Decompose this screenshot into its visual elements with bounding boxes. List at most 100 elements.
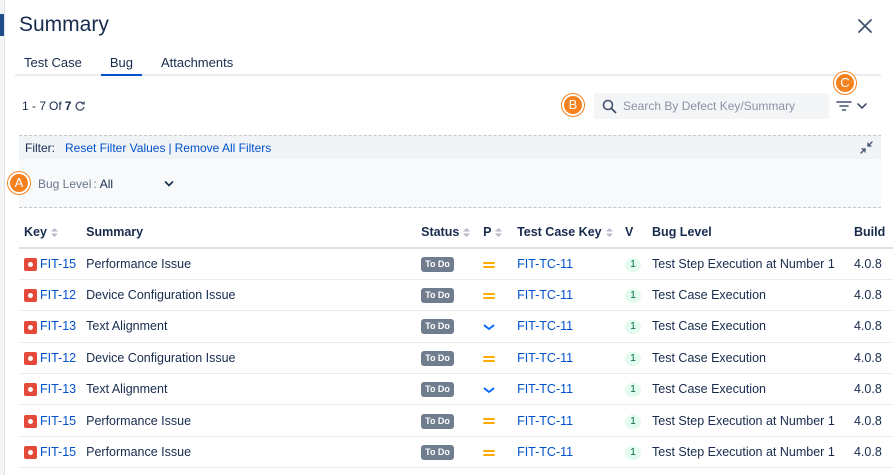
- status-badge: To Do: [421, 445, 454, 461]
- reset-filter-link[interactable]: Reset Filter Values: [65, 141, 165, 155]
- test-case-key-link[interactable]: FIT-TC-11: [517, 288, 573, 302]
- sort-icon: [605, 228, 613, 238]
- summary-cell: Device Configuration Issue: [81, 342, 417, 375]
- column-header-test-case-key[interactable]: Test Case Key: [512, 217, 621, 249]
- column-header-priority[interactable]: P: [478, 217, 513, 249]
- close-icon: [858, 19, 872, 33]
- version-cell: 1: [620, 373, 648, 406]
- filter-panel: Filter: Reset Filter Values | Remove All…: [19, 135, 881, 208]
- refresh-icon[interactable]: [74, 100, 86, 112]
- test-case-key-link[interactable]: FIT-TC-11: [517, 382, 573, 396]
- column-header-bug-level: Bug Level: [647, 217, 849, 249]
- status-cell: To Do: [416, 279, 479, 312]
- key-cell: FIT-13: [19, 310, 82, 343]
- sort-icon: [463, 228, 471, 238]
- tab-test-case[interactable]: Test Case: [15, 54, 91, 74]
- pagination-range: 1 - 7: [22, 99, 47, 113]
- search-input[interactable]: [623, 99, 828, 113]
- bug-level-filter[interactable]: Bug Level : All: [38, 177, 174, 191]
- priority-cell: [478, 310, 513, 343]
- filter-label: Filter:: [25, 140, 55, 155]
- collapse-icon[interactable]: [860, 141, 873, 154]
- bug-key-link[interactable]: FIT-13: [40, 382, 76, 396]
- table-row: FIT-13 Text Alignment To Do FIT-TC-11 1 Test …: [19, 373, 893, 406]
- bug-icon: [24, 414, 37, 428]
- build-cell: 4.0.8: [848, 404, 893, 437]
- pagination-count: 1 - 7 Of 7: [22, 99, 86, 113]
- status-cell: To Do: [416, 248, 479, 280]
- bug-level-cell: Test Step Execution at Number 1: [647, 436, 849, 469]
- chevron-down-icon[interactable]: [164, 179, 174, 189]
- filter-toggle-button[interactable]: [836, 97, 876, 115]
- column-header-key[interactable]: Key: [19, 217, 82, 249]
- priority-cell: [478, 436, 513, 469]
- test-case-key-cell: FIT-TC-11: [512, 248, 621, 280]
- filter-link-separator: |: [168, 140, 172, 155]
- status-badge: To Do: [421, 413, 454, 429]
- status-cell: To Do: [416, 342, 479, 375]
- sort-icon: [495, 228, 503, 238]
- status-badge: To Do: [421, 382, 454, 398]
- bug-level-value[interactable]: All: [100, 177, 164, 191]
- summary-cell: Performance Issue: [81, 436, 417, 469]
- build-cell: 4.0.8: [848, 342, 893, 375]
- bug-key-link[interactable]: FIT-15: [40, 257, 76, 271]
- column-header-summary: Summary: [81, 217, 417, 249]
- bug-key-link[interactable]: FIT-15: [40, 445, 76, 459]
- tab-bug[interactable]: Bug: [100, 54, 143, 76]
- bug-key-link[interactable]: FIT-12: [40, 288, 76, 302]
- bug-key-link[interactable]: FIT-12: [40, 351, 76, 365]
- priority-cell: [478, 248, 513, 280]
- bug-icon: [24, 258, 37, 272]
- bug-key-link[interactable]: FIT-15: [40, 414, 76, 428]
- status-cell: To Do: [416, 310, 479, 343]
- status-badge: To Do: [421, 288, 454, 304]
- test-case-key-link[interactable]: FIT-TC-11: [517, 445, 573, 459]
- test-case-key-cell: FIT-TC-11: [512, 342, 621, 375]
- key-cell: FIT-15: [19, 248, 82, 280]
- column-header-status[interactable]: Status: [416, 217, 479, 249]
- bug-icon: [24, 320, 37, 334]
- tab-attachments[interactable]: Attachments: [152, 54, 242, 74]
- bug-level-cell: Test Case Execution: [647, 342, 849, 375]
- test-case-key-link[interactable]: FIT-TC-11: [517, 414, 573, 428]
- pagination-of-label: Of: [49, 99, 62, 113]
- remove-filters-link[interactable]: Remove All Filters: [175, 141, 272, 155]
- bug-key-link[interactable]: FIT-13: [40, 319, 76, 333]
- table-body: FIT-15 Performance Issue To Do FIT-TC-11 1 Te…: [19, 248, 893, 469]
- status-badge: To Do: [421, 256, 454, 272]
- table-header-row: Key Summary Status P Test Case Key V Bug…: [19, 217, 893, 249]
- version-badge: 1: [625, 446, 642, 461]
- tab-bar: Test Case Bug Attachments: [15, 54, 881, 76]
- status-cell: To Do: [416, 373, 479, 406]
- version-badge: 1: [625, 289, 642, 304]
- status-cell: To Do: [416, 436, 479, 469]
- sort-icon: [50, 228, 58, 238]
- build-cell: 4.0.8: [848, 436, 893, 469]
- table-row: FIT-15 Performance Issue To Do FIT-TC-11 1 Te…: [19, 436, 893, 469]
- test-case-key-link[interactable]: FIT-TC-11: [517, 351, 573, 365]
- bug-level-cell: Test Case Execution: [647, 310, 849, 343]
- bug-level-label: Bug Level: [38, 177, 92, 191]
- test-case-key-cell: FIT-TC-11: [512, 279, 621, 312]
- table-row: FIT-12 Device Configuration Issue To Do FIT…: [19, 342, 893, 375]
- version-cell: 1: [620, 436, 648, 469]
- bug-level-colon: :: [93, 177, 97, 191]
- test-case-key-cell: FIT-TC-11: [512, 373, 621, 406]
- callout-marker-b: B: [562, 94, 584, 116]
- version-cell: 1: [620, 248, 648, 280]
- close-button[interactable]: [853, 14, 877, 38]
- status-cell: To Do: [416, 404, 479, 437]
- search-box: [594, 93, 829, 119]
- key-cell: FIT-15: [19, 404, 82, 437]
- key-cell: FIT-12: [19, 279, 82, 312]
- test-case-key-link[interactable]: FIT-TC-11: [517, 319, 573, 333]
- status-badge: To Do: [421, 350, 454, 366]
- filter-bar: Filter: Reset Filter Values | Remove All…: [19, 136, 881, 159]
- build-cell: 4.0.8: [848, 373, 893, 406]
- version-badge: 1: [625, 320, 642, 335]
- test-case-key-link[interactable]: FIT-TC-11: [517, 257, 573, 271]
- build-cell: 4.0.8: [848, 279, 893, 312]
- search-icon: [602, 99, 617, 113]
- bugs-table: Key Summary Status P Test Case Key V Bug…: [19, 217, 893, 469]
